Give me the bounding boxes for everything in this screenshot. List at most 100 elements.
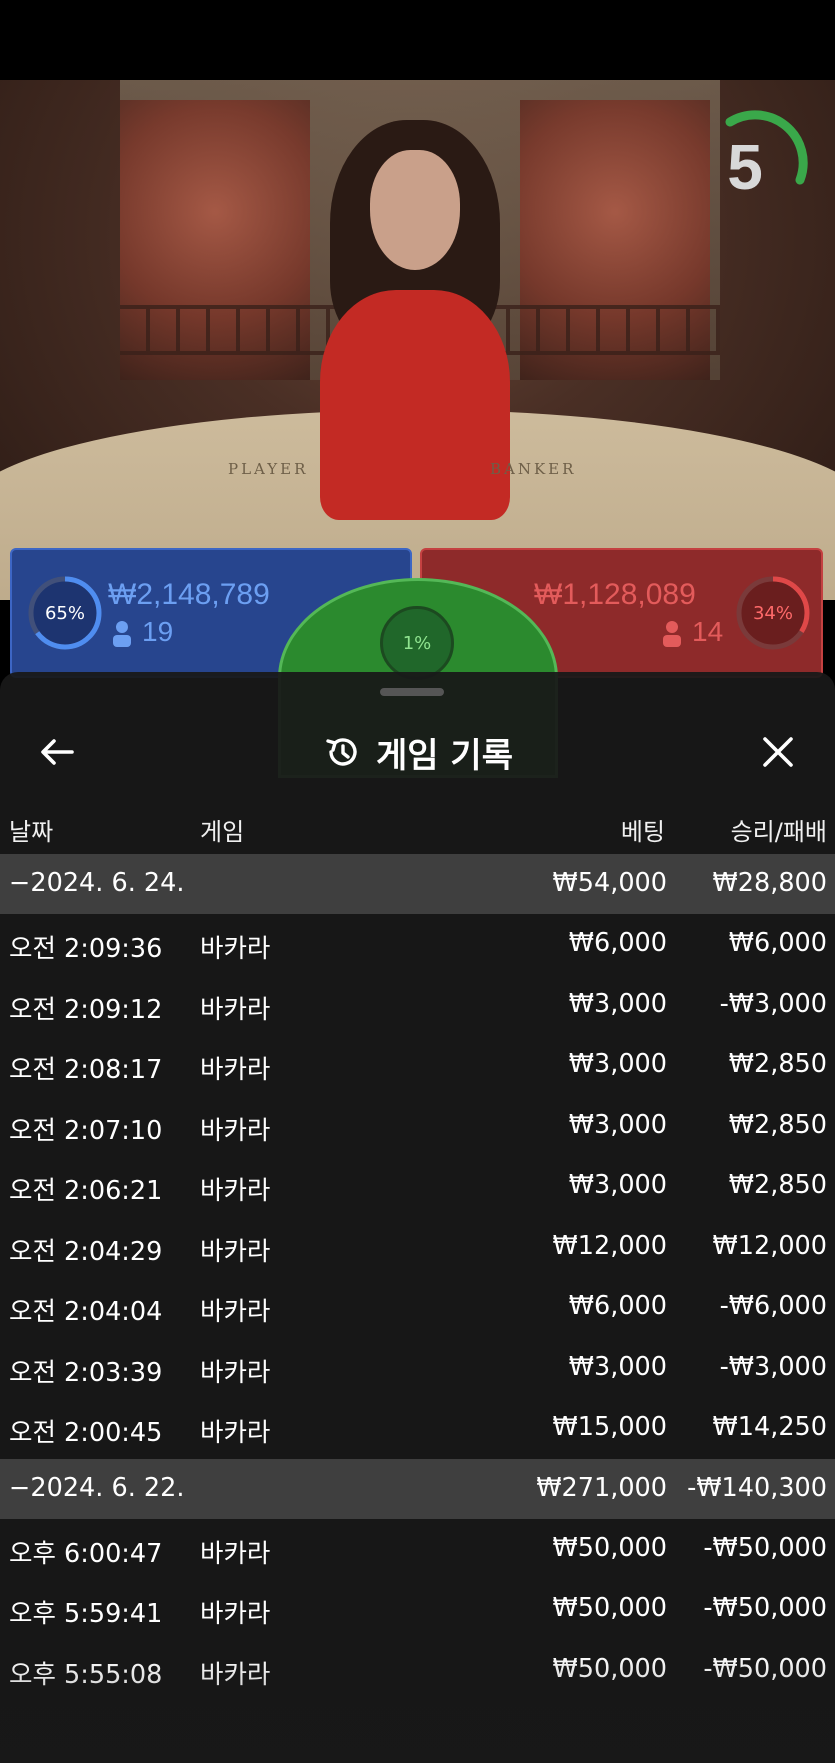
history-row[interactable]: 오후 5:59:41 바카라 ₩50,000 -₩50,000 (0, 1579, 835, 1640)
group-result-total: -₩140,300 (687, 1472, 827, 1503)
date-group-header[interactable]: −2024. 6. 22. ₩271,000 -₩140,300 (0, 1458, 835, 1519)
user-icon (112, 620, 132, 648)
history-row[interactable]: 오후 5:55:08 바카라 ₩50,000 -₩50,000 (0, 1640, 835, 1701)
row-game: 바카라 (200, 1418, 271, 1448)
row-time: 오전 2:09:36 (9, 934, 163, 964)
banker-bet-amount: ₩1,128,089 (534, 578, 696, 611)
history-row[interactable]: 오전 2:07:10 바카라 ₩3,000 ₩2,850 (0, 1096, 835, 1157)
history-row[interactable]: 오전 2:06:21 바카라 ₩3,000 ₩2,850 (0, 1156, 835, 1217)
table-banker-label: BANKER (490, 460, 577, 478)
row-game: 바카라 (200, 1176, 271, 1206)
group-result-total: ₩28,800 (712, 868, 827, 898)
user-icon (662, 620, 682, 648)
row-bet: ₩6,000 (568, 1291, 667, 1321)
arrow-left-icon (41, 739, 74, 765)
row-result: -₩3,000 (719, 988, 827, 1019)
live-video: PLAYER BANKER 5 (0, 80, 835, 600)
row-game: 바카라 (200, 1297, 271, 1327)
col-result: 승리/패배 (730, 818, 827, 846)
row-game: 바카라 (200, 934, 271, 964)
tie-percent-ring: 1% (380, 606, 454, 680)
group-bet-total: ₩54,000 (552, 868, 667, 898)
row-game: 바카라 (200, 1055, 271, 1085)
row-time: 오전 2:04:04 (9, 1297, 163, 1327)
player-percent: 65% (44, 602, 85, 624)
countdown-timer: 5 (700, 110, 810, 220)
col-bet: 베팅 (620, 818, 665, 846)
row-bet: ₩3,000 (568, 1109, 667, 1140)
row-result: ₩12,000 (712, 1230, 827, 1261)
row-bet: ₩3,000 (568, 1351, 667, 1382)
history-row[interactable]: 오전 2:08:17 바카라 ₩3,000 ₩2,850 (0, 1035, 835, 1096)
row-result: -₩3,000 (719, 1351, 827, 1382)
row-bet: ₩15,000 (552, 1412, 667, 1442)
row-game: 바카라 (200, 1115, 271, 1146)
history-row[interactable]: 오후 6:00:47 바카라 ₩50,000 -₩50,000 (0, 1519, 835, 1580)
history-row[interactable]: 오전 2:04:04 바카라 ₩6,000 -₩6,000 (0, 1277, 835, 1338)
row-bet: ₩3,000 (568, 988, 667, 1019)
group-date: −2024. 6. 22. (9, 1472, 185, 1503)
banker-percent: 34% (752, 602, 793, 624)
countdown-value: 5 (727, 131, 763, 203)
history-icon (326, 738, 357, 766)
row-time: 오전 2:08:17 (9, 1055, 163, 1085)
row-bet: ₩50,000 (552, 1532, 667, 1563)
column-headers: 날짜 게임 베팅 승리/패배 (0, 802, 835, 852)
game-history-sheet: 게임 기록 날짜 게임 베팅 승리/패배 −2024. 6. 24. ₩54,0… (0, 672, 835, 1763)
banker-bettor-count: 14 (692, 616, 724, 647)
tie-percent: 1% (402, 632, 432, 654)
row-bet: ₩6,000 (568, 928, 667, 958)
row-time: 오후 5:59:41 (9, 1599, 163, 1629)
history-row[interactable]: 오전 2:00:45 바카라 ₩15,000 ₩14,250 (0, 1398, 835, 1459)
group-date: −2024. 6. 24. (9, 868, 185, 898)
history-row[interactable]: 오전 2:09:12 바카라 ₩3,000 -₩3,000 (0, 975, 835, 1036)
row-bet: ₩3,000 (568, 1049, 667, 1079)
sheet-title: 게임 기록 (376, 735, 513, 776)
sheet-header: 게임 기록 (0, 712, 835, 792)
row-result: ₩6,000 (728, 928, 827, 958)
row-result: ₩2,850 (728, 1170, 827, 1200)
row-time: 오후 5:55:08 (9, 1659, 163, 1690)
player-bet-amount: ₩2,148,789 (108, 578, 270, 611)
row-bet: ₩12,000 (552, 1230, 667, 1261)
history-row[interactable]: 오전 2:09:36 바카라 ₩6,000 ₩6,000 (0, 914, 835, 975)
close-icon (763, 737, 793, 767)
sheet-drag-handle[interactable] (380, 688, 444, 696)
history-row[interactable]: 오전 2:04:29 바카라 ₩12,000 ₩12,000 (0, 1217, 835, 1278)
title-group: 게임 기록 (0, 712, 835, 792)
date-group-header[interactable]: −2024. 6. 24. ₩54,000 ₩28,800 (0, 854, 835, 914)
row-game: 바카라 (200, 1659, 271, 1690)
player-percent-ring: 65% (26, 574, 104, 652)
row-game: 바카라 (200, 1357, 271, 1388)
table-player-label: PLAYER (228, 460, 309, 478)
row-result: ₩2,850 (728, 1109, 827, 1140)
row-time: 오전 2:04:29 (9, 1236, 163, 1267)
row-time: 오전 2:07:10 (9, 1115, 163, 1146)
row-result: ₩2,850 (728, 1049, 827, 1079)
row-game: 바카라 (200, 1236, 271, 1267)
group-bet-total: ₩271,000 (536, 1472, 667, 1503)
col-date: 날짜 (9, 818, 54, 846)
row-result: -₩50,000 (703, 1593, 827, 1623)
row-bet: ₩50,000 (552, 1593, 667, 1623)
row-game: 바카라 (200, 1599, 271, 1629)
row-time: 오후 6:00:47 (9, 1538, 163, 1569)
back-button[interactable] (36, 730, 80, 774)
row-time: 오전 2:03:39 (9, 1357, 163, 1388)
row-result: -₩50,000 (703, 1532, 827, 1563)
close-button[interactable] (756, 730, 800, 774)
row-result: ₩14,250 (712, 1412, 827, 1442)
player-bettor-count: 19 (142, 616, 174, 647)
row-game: 바카라 (200, 1538, 271, 1569)
history-list: −2024. 6. 24. ₩54,000 ₩28,800 오전 2:09:36… (0, 854, 835, 1700)
row-bet: ₩50,000 (552, 1653, 667, 1684)
row-time: 오전 2:06:21 (9, 1176, 163, 1206)
row-bet: ₩3,000 (568, 1170, 667, 1200)
col-game: 게임 (200, 818, 245, 846)
row-result: -₩50,000 (703, 1653, 827, 1684)
row-result: -₩6,000 (719, 1291, 827, 1321)
row-time: 오전 2:00:45 (9, 1418, 163, 1448)
history-row[interactable]: 오전 2:03:39 바카라 ₩3,000 -₩3,000 (0, 1338, 835, 1399)
row-game: 바카라 (200, 994, 271, 1025)
banker-percent-ring: 34% (734, 574, 812, 652)
